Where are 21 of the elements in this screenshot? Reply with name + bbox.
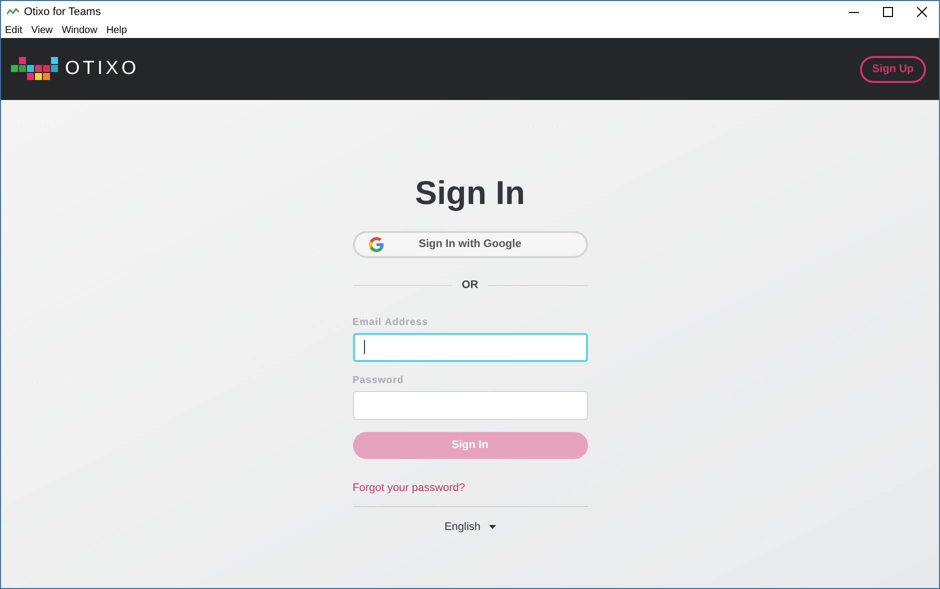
menu-item[interactable]: View	[31, 26, 53, 36]
google-icon	[368, 237, 384, 252]
input-field[interactable]	[352, 332, 588, 362]
menu-item[interactable]: Window	[62, 26, 98, 36]
forgot-password-link[interactable]: Forgot your password?	[352, 480, 465, 496]
menu-item[interactable]: Edit	[5, 26, 22, 36]
logo-icon	[11, 57, 59, 81]
caret-icon	[488, 525, 496, 530]
logo-text: OTIXO	[65, 56, 140, 81]
google-sign-in-button[interactable]: Sign In with Google	[352, 231, 588, 258]
app-icon	[7, 8, 19, 16]
divider-label: OR	[462, 278, 478, 293]
field-label: Password	[352, 374, 405, 388]
input-field[interactable]	[352, 390, 588, 420]
close-icon	[917, 7, 927, 17]
field-label: Email Address	[352, 316, 430, 330]
page-title: Sign In	[415, 176, 525, 209]
language-dropdown[interactable]: English	[444, 519, 496, 536]
window-title: Otixo for Teams	[24, 4, 101, 20]
maximize-icon	[883, 7, 893, 17]
menu-item[interactable]: Help	[106, 26, 127, 36]
